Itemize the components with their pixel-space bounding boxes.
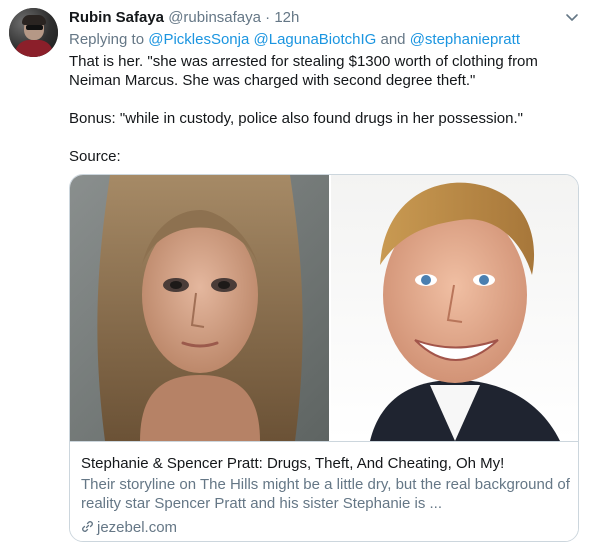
- tweet-text-paragraph: Source:: [69, 148, 121, 165]
- link-icon: [82, 521, 93, 532]
- card-image[interactable]: [70, 175, 578, 441]
- author-name[interactable]: Rubin Safaya: [69, 9, 164, 26]
- card-domain-text: jezebel.com: [97, 519, 178, 536]
- reply-mention-link[interactable]: @stephaniepratt: [410, 31, 520, 48]
- replying-to: Replying to @PicklesSonja @LagunaBiotchI…: [69, 31, 520, 48]
- avatar[interactable]: [9, 8, 58, 57]
- tweet-text-paragraph: That is her. "she was arrested for steal…: [69, 53, 538, 89]
- replying-prefix: Replying to: [69, 31, 145, 48]
- mugshot-photo: [70, 175, 329, 441]
- chevron-down-icon[interactable]: [565, 12, 579, 24]
- portrait-photo: [331, 175, 578, 441]
- card-domain[interactable]: jezebel.com: [81, 519, 177, 536]
- link-preview-card[interactable]: Stephanie & Spencer Pratt: Drugs, Theft,…: [69, 174, 579, 542]
- author-handle[interactable]: @rubinsafaya: [168, 9, 261, 26]
- tweet-text-paragraph: Bonus: "while in custody, police also fo…: [69, 110, 523, 127]
- reply-mention-link[interactable]: @PicklesSonja: [148, 31, 249, 48]
- card-meta[interactable]: Stephanie & Spencer Pratt: Drugs, Theft,…: [70, 441, 578, 541]
- reply-mention-link[interactable]: @LagunaBiotchIG: [254, 31, 377, 48]
- card-title[interactable]: Stephanie & Spencer Pratt: Drugs, Theft,…: [81, 455, 504, 472]
- header-separator: ·: [265, 9, 271, 26]
- replying-and: and: [380, 31, 406, 48]
- tweet-header: Rubin Safaya @rubinsafaya · 12h: [69, 9, 299, 26]
- card-description: Their storyline on The Hills might be a …: [81, 476, 570, 512]
- tweet-timestamp[interactable]: 12h: [274, 9, 299, 26]
